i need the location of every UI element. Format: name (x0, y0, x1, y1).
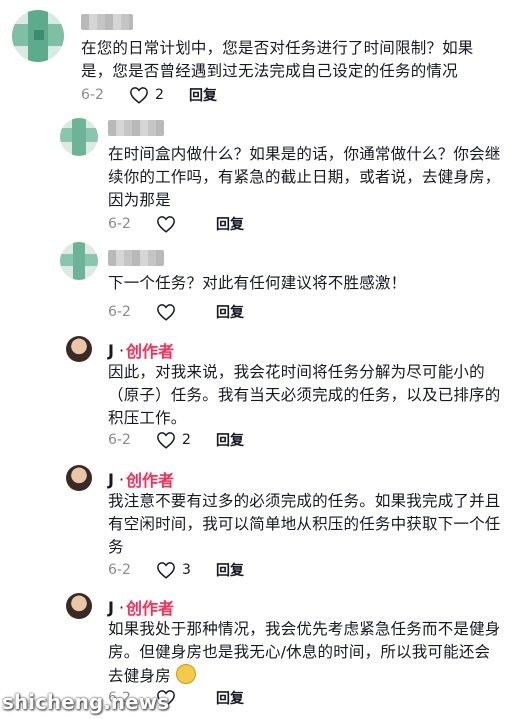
username-blurred[interactable] (81, 14, 133, 30)
reply-button[interactable]: 回复 (216, 560, 244, 580)
creator-avatar[interactable] (66, 336, 92, 362)
comment-date: 6-2 (81, 87, 104, 103)
comment-date: 6-2 (108, 304, 131, 320)
comment-text: 在您的日常计划中，您是否对任务进行了时间限制？如果 是，您是否曾经遇到过无法完成… (81, 39, 474, 80)
reply-button[interactable]: 回复 (216, 214, 244, 234)
grinning-emoji-icon (175, 664, 196, 684)
like-count: 2 (155, 87, 164, 103)
separator-dot: · (118, 597, 125, 617)
creator-badge: 创作者 (126, 342, 175, 361)
avatar[interactable] (12, 10, 64, 62)
heart-outline-icon[interactable] (156, 215, 176, 233)
creator-badge: 创作者 (126, 471, 175, 490)
creator-name[interactable]: J (108, 470, 114, 489)
heart-outline-icon[interactable] (156, 561, 176, 579)
creator-avatar[interactable] (66, 465, 92, 491)
heart-outline-icon[interactable] (129, 86, 149, 104)
separator-dot: · (118, 469, 125, 489)
comment-5: J · 创作者 我注意不要有过多的必须完成的任务。如果我完成了并且 有空闲时间，… (0, 460, 517, 588)
creator-avatar[interactable] (66, 593, 92, 619)
comment-2: 在时间盒内做什么？如果是的话，你通常做什么？你会继 续你的工作吗，有紧急的截止日… (0, 110, 517, 240)
comment-date: 6-2 (108, 216, 131, 232)
comment-1: 在您的日常计划中，您是否对任务进行了时间限制？如果 是，您是否曾经遇到过无法完成… (0, 0, 517, 110)
reply-button[interactable]: 回复 (216, 430, 244, 450)
like-count: 2 (182, 432, 191, 448)
comment-text: 如果我处于那种情况，我会优先考虑紧急任务而不是健身 房。但健身房也是我无心/休息… (108, 620, 501, 685)
creator-name[interactable]: J (108, 598, 114, 617)
like-count: 3 (182, 562, 191, 578)
heart-outline-icon[interactable] (156, 431, 176, 449)
comment-4: J · 创作者 因此，对我来说，我会花时间将任务分解为尽可能小的 （原子）任务。… (0, 330, 517, 460)
comment-text: 下一个任务？对此有任何建议将不胜感激！ (108, 274, 407, 292)
creator-name[interactable]: J (108, 341, 114, 360)
comment-text: 因此，对我来说，我会花时间将任务分解为尽可能小的 （原子）任务。我有当天必须完成… (108, 363, 501, 427)
reply-button[interactable]: 回复 (216, 302, 244, 322)
watermark: shicheng.news (2, 690, 169, 714)
creator-badge: 创作者 (126, 599, 175, 618)
comment-date: 6-2 (108, 432, 131, 448)
comment-text: 在时间盒内做什么？如果是的话，你通常做什么？你会继 续你的工作吗，有紧急的截止日… (108, 145, 501, 209)
avatar[interactable] (60, 118, 98, 156)
separator-dot: · (118, 340, 125, 360)
reply-button[interactable]: 回复 (216, 688, 244, 708)
comment-3: 下一个任务？对此有任何建议将不胜感激！ 6-2 回复 (0, 240, 517, 330)
username-blurred[interactable] (108, 120, 164, 136)
avatar[interactable] (60, 242, 98, 280)
comment-date: 6-2 (108, 562, 131, 578)
username-blurred[interactable] (108, 250, 164, 266)
comment-text: 我注意不要有过多的必须完成的任务。如果我完成了并且 有空闲时间，我可以简单地从积… (108, 492, 501, 556)
reply-button[interactable]: 回复 (189, 85, 217, 105)
heart-outline-icon[interactable] (156, 303, 176, 321)
